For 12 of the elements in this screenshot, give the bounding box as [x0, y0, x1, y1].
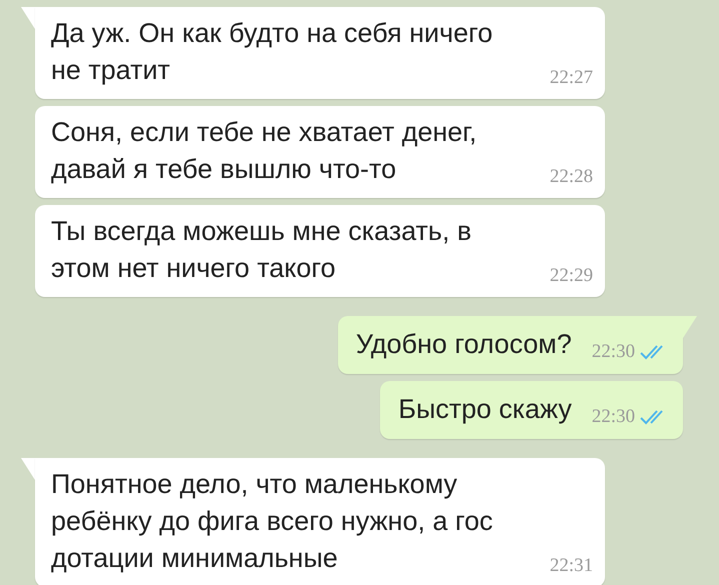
message-time: 22:31 — [550, 555, 593, 577]
message-text: Соня, если тебе не хватает денег, давай я тебе вышлю что-то — [51, 116, 477, 186]
message-time: 22:29 — [550, 265, 593, 287]
message-time: 22:28 — [550, 166, 593, 188]
message-text: Ты всегда можешь мне сказать, в этом нет ничего такого — [51, 215, 472, 285]
message-text: Понятное дело, что маленькому ребёнку до фига всего нужно, а гос дотации минимальные — [51, 468, 493, 575]
message-text: Да уж. Он как будто на себя ничего не тратит — [51, 17, 493, 87]
message-time: 22:30 — [592, 406, 635, 428]
message-time: 22:27 — [550, 67, 593, 89]
message-time: 22:30 — [592, 341, 635, 363]
message-text: Удобно голосом? — [356, 328, 572, 361]
message-text: Быстро скажу — [398, 393, 572, 426]
